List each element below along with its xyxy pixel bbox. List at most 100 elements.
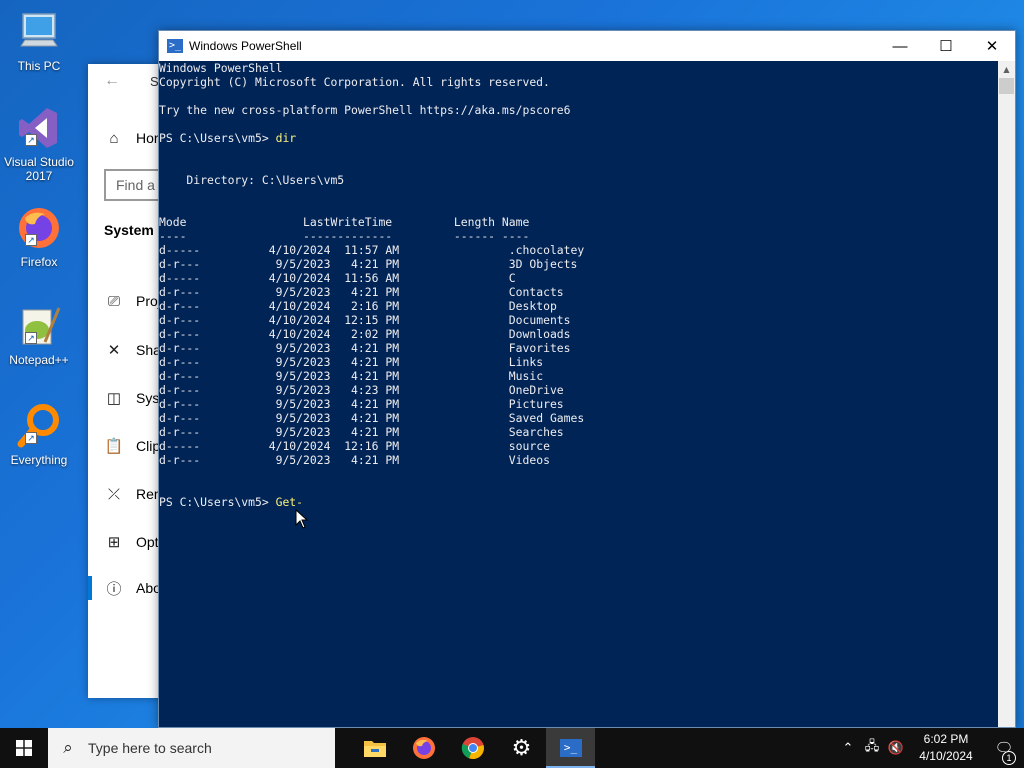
entry-mode: d-r---	[159, 327, 201, 341]
entry-time: 4:21 PM	[351, 341, 400, 355]
minimize-button[interactable]: —	[877, 31, 923, 61]
entry-date: 9/5/2023	[275, 411, 331, 425]
start-button[interactable]	[0, 728, 48, 768]
entry-name[interactable]: OneDrive	[509, 383, 564, 397]
settings-section-title: System	[104, 222, 154, 238]
entry-date: 4/10/2024	[268, 313, 331, 327]
entry-name[interactable]: source	[509, 439, 550, 453]
entry-date: 9/5/2023	[275, 453, 331, 467]
desktop-icon-label: Everything	[10, 453, 68, 467]
console-prompt-line: PS C:\Users\vm5> dir	[159, 131, 297, 145]
vertical-scrollbar[interactable]: ▲	[998, 61, 1015, 727]
desktop-icon-label: This PC	[17, 59, 61, 73]
taskbar-file-explorer[interactable]	[350, 728, 399, 768]
entry-mode: d-r---	[159, 425, 201, 439]
optional-features-icon: ⊞	[107, 534, 121, 551]
network-icon[interactable]: 🖧	[860, 737, 884, 759]
directory-entry-row: d-r--- 9/5/2023 4:21 PM 3D Objects	[159, 257, 999, 271]
shortcut-arrow-icon: ↗	[25, 432, 37, 444]
entry-mode: d-r---	[159, 369, 201, 383]
settings-nav-clipboard[interactable]: 📋 Clip	[104, 434, 160, 458]
projector-icon: ⎚	[107, 292, 120, 310]
directory-entry-row: d-r--- 9/5/2023 4:21 PM Saved Games	[159, 411, 999, 425]
console-header-line	[159, 89, 999, 103]
taskbar-settings[interactable]: ⚙	[497, 728, 546, 768]
taskbar: ⌕ Type here to search ⚙ >_ ⌃ 🖧 🔇 6:02 PM…	[0, 728, 1024, 768]
entry-date: 9/5/2023	[275, 425, 331, 439]
firefox-icon: ↗	[15, 204, 63, 252]
entry-mode: d-r---	[159, 453, 201, 467]
everything-search-icon: ↗	[15, 402, 63, 450]
entry-name[interactable]: Documents	[509, 313, 571, 327]
taskbar-powershell[interactable]: >_	[546, 728, 595, 768]
scroll-up-icon[interactable]: ▲	[998, 61, 1015, 78]
entry-name[interactable]: Searches	[509, 425, 564, 439]
multitasking-icon: ◫	[106, 390, 122, 407]
window-titlebar[interactable]: >_ Windows PowerShell — ☐ ✕	[159, 31, 1015, 61]
desktop-icon-label: Notepad++	[9, 353, 69, 367]
settings-nav-optional[interactable]: ⊞ Opt	[104, 530, 159, 554]
directory-entry-row: d-r--- 9/5/2023 4:21 PM Searches	[159, 425, 999, 439]
console-output[interactable]: Windows PowerShell Copyright (C) Microsof…	[159, 61, 999, 727]
back-arrow-icon[interactable]: ←	[104, 72, 120, 90]
entry-name[interactable]: Links	[509, 355, 543, 369]
taskbar-clock[interactable]: 6:02 PM 4/10/2024	[908, 731, 984, 765]
desktop-icon-everything[interactable]: ↗ Everything	[2, 402, 76, 488]
entry-mode: d-r---	[159, 341, 201, 355]
volume-muted-icon[interactable]: 🔇	[884, 740, 908, 756]
taskbar-search-box[interactable]: ⌕ Type here to search	[48, 728, 335, 768]
desktop-icon-notepad-plus-plus[interactable]: ↗ Notepad++	[2, 302, 76, 388]
entry-time: 4:21 PM	[351, 425, 400, 439]
powershell-icon: >_	[167, 39, 183, 53]
entry-time: 4:21 PM	[351, 397, 400, 411]
entry-mode: d-r---	[159, 411, 201, 425]
settings-home[interactable]: ⌂ Hor	[104, 126, 158, 150]
settings-nav-remote[interactable]: ⤫ Rem	[104, 482, 166, 506]
close-button[interactable]: ✕	[969, 31, 1015, 61]
entry-name[interactable]: Downloads	[509, 327, 571, 341]
entry-name[interactable]: C	[509, 271, 516, 285]
directory-entry-row: d-r--- 9/5/2023 4:21 PM Videos	[159, 453, 999, 467]
desktop-icon-this-pc[interactable]: This PC	[2, 8, 76, 94]
settings-nav-label: Clip	[136, 438, 161, 454]
taskbar-chrome[interactable]	[448, 728, 497, 768]
clipboard-icon: 📋	[104, 438, 124, 455]
directory-entry-row: d-r--- 4/10/2024 12:15 PM Documents	[159, 313, 999, 327]
entry-time: 4:21 PM	[351, 257, 400, 271]
entry-name[interactable]: Saved Games	[509, 411, 584, 425]
clock-time: 6:02 PM	[923, 732, 969, 746]
directory-entry-row: d----- 4/10/2024 12:16 PM source	[159, 439, 999, 453]
mouse-cursor-icon	[295, 508, 309, 529]
entry-mode: d-r---	[159, 257, 201, 271]
remote-desktop-icon: ⤫	[107, 485, 120, 503]
entry-name[interactable]: Music	[509, 369, 543, 383]
entry-name[interactable]: Desktop	[509, 299, 557, 313]
entry-name[interactable]: Favorites	[509, 341, 571, 355]
chevron-up-icon[interactable]: ⌃	[836, 740, 860, 756]
entry-name[interactable]: Contacts	[509, 285, 564, 299]
settings-nav-about[interactable]: ⓘ Abo	[104, 576, 160, 600]
powershell-window[interactable]: >_ Windows PowerShell — ☐ ✕ Windows Powe…	[158, 30, 1016, 728]
settings-nav-projecting[interactable]: ⎚ Proj	[104, 289, 161, 313]
directory-entry-row: d-r--- 9/5/2023 4:21 PM Music	[159, 369, 999, 383]
entry-name[interactable]: Videos	[509, 453, 550, 467]
desktop-icon-firefox[interactable]: ↗ Firefox	[2, 204, 76, 290]
shortcut-arrow-icon: ↗	[25, 234, 37, 246]
notifications-button[interactable]: 🗨 1	[984, 739, 1024, 765]
scroll-thumb[interactable]	[999, 78, 1014, 94]
entry-name[interactable]: .chocolatey	[509, 243, 584, 257]
settings-nav-system[interactable]: ◫ Syst	[104, 386, 163, 410]
taskbar-firefox[interactable]	[399, 728, 448, 768]
directory-entry-row: d-r--- 9/5/2023 4:21 PM Favorites	[159, 341, 999, 355]
maximize-button[interactable]: ☐	[923, 31, 969, 61]
console-header-line	[159, 117, 999, 131]
notification-count-badge: 1	[1002, 751, 1016, 765]
settings-nav-shared[interactable]: ✕ Sha	[104, 338, 161, 362]
entry-name[interactable]: 3D Objects	[509, 257, 578, 271]
entry-time: 4:23 PM	[351, 383, 400, 397]
console-header-line: Windows PowerShell	[159, 61, 283, 75]
directory-entry-row: d----- 4/10/2024 11:57 AM .chocolatey	[159, 243, 999, 257]
desktop-icon-visual-studio[interactable]: ↗ Visual Studio 2017	[2, 104, 76, 190]
entry-date: 4/10/2024	[268, 271, 331, 285]
entry-name[interactable]: Pictures	[509, 397, 564, 411]
